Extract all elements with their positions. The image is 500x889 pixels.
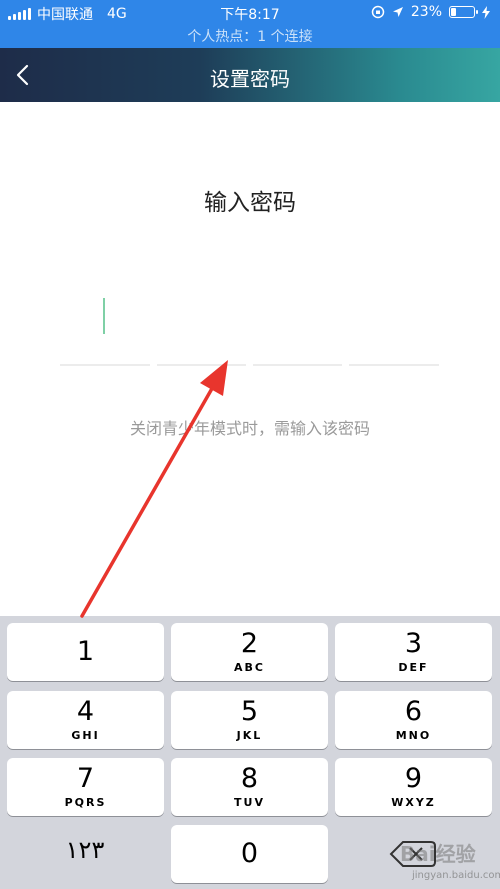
key-2[interactable]: 2 ABC [171,623,328,681]
key-5[interactable]: 5 JKL [171,691,328,749]
key-letters: JKL [236,729,263,742]
hotspot-banner[interactable]: 个人热点：1 个连接 [0,26,500,46]
pin-slot-3[interactable] [253,364,342,366]
key-4[interactable]: 4 GHI [7,691,164,749]
pin-slot-2[interactable] [157,364,246,366]
key-digit: 3 [404,628,423,659]
key-letters: MNO [395,729,432,742]
pin-slot-4[interactable] [349,364,439,366]
key-letters: GHI [71,729,100,742]
key-digit: 8 [240,763,259,794]
status-bar: 中国联通 4G 下午8:17 23% 个人热点：1 个连接 [0,0,500,48]
key-8[interactable]: 8 TUV [171,758,328,816]
rotation-lock-icon [371,5,385,19]
key-digit: 6 [404,696,423,727]
pin-slot-1[interactable] [60,364,150,366]
key-letters: DEF [398,661,429,674]
text-cursor [103,298,105,334]
key-digit: 5 [240,696,259,727]
key-letters: PQRS [64,796,107,809]
key-digit: 2 [240,628,259,659]
pin-heading: 输入密码 [204,190,296,216]
battery-percent: 23% [410,4,442,20]
key-1[interactable]: 1 [7,623,164,681]
key-digit: 4 [76,696,95,727]
status-row: 中国联通 4G 下午8:17 23% [0,3,500,25]
battery-icon [449,6,478,18]
battery-fill [451,8,456,16]
key-digit: 7 [76,763,95,794]
watermark-brand: Bai经验 [400,842,476,866]
key-digit: 0 [240,838,259,869]
key-0[interactable]: 0 [171,825,328,883]
status-right: 23% [371,4,490,20]
watermark-url: jingyan.baidu.com [412,870,500,881]
charging-icon [482,5,490,19]
page-title: 设置密码 [210,67,290,91]
key-6[interactable]: 6 MNO [335,691,492,749]
nav-bar: 设置密码 [0,48,500,102]
key-3[interactable]: 3 DEF [335,623,492,681]
key-letters: WXYZ [391,796,436,809]
location-icon [392,7,403,17]
key-9[interactable]: 9 WXYZ [335,758,492,816]
key-digit: 1 [76,636,95,667]
key-digit: 9 [404,763,423,794]
key-7[interactable]: 7 PQRS [7,758,164,816]
key-letters: ABC [234,661,265,674]
pin-hint: 关闭青少年模式时，需输入该密码 [129,419,370,438]
alt-numerals-key[interactable]: ١٢٣ [10,824,160,882]
key-letters: TUV [234,796,265,809]
